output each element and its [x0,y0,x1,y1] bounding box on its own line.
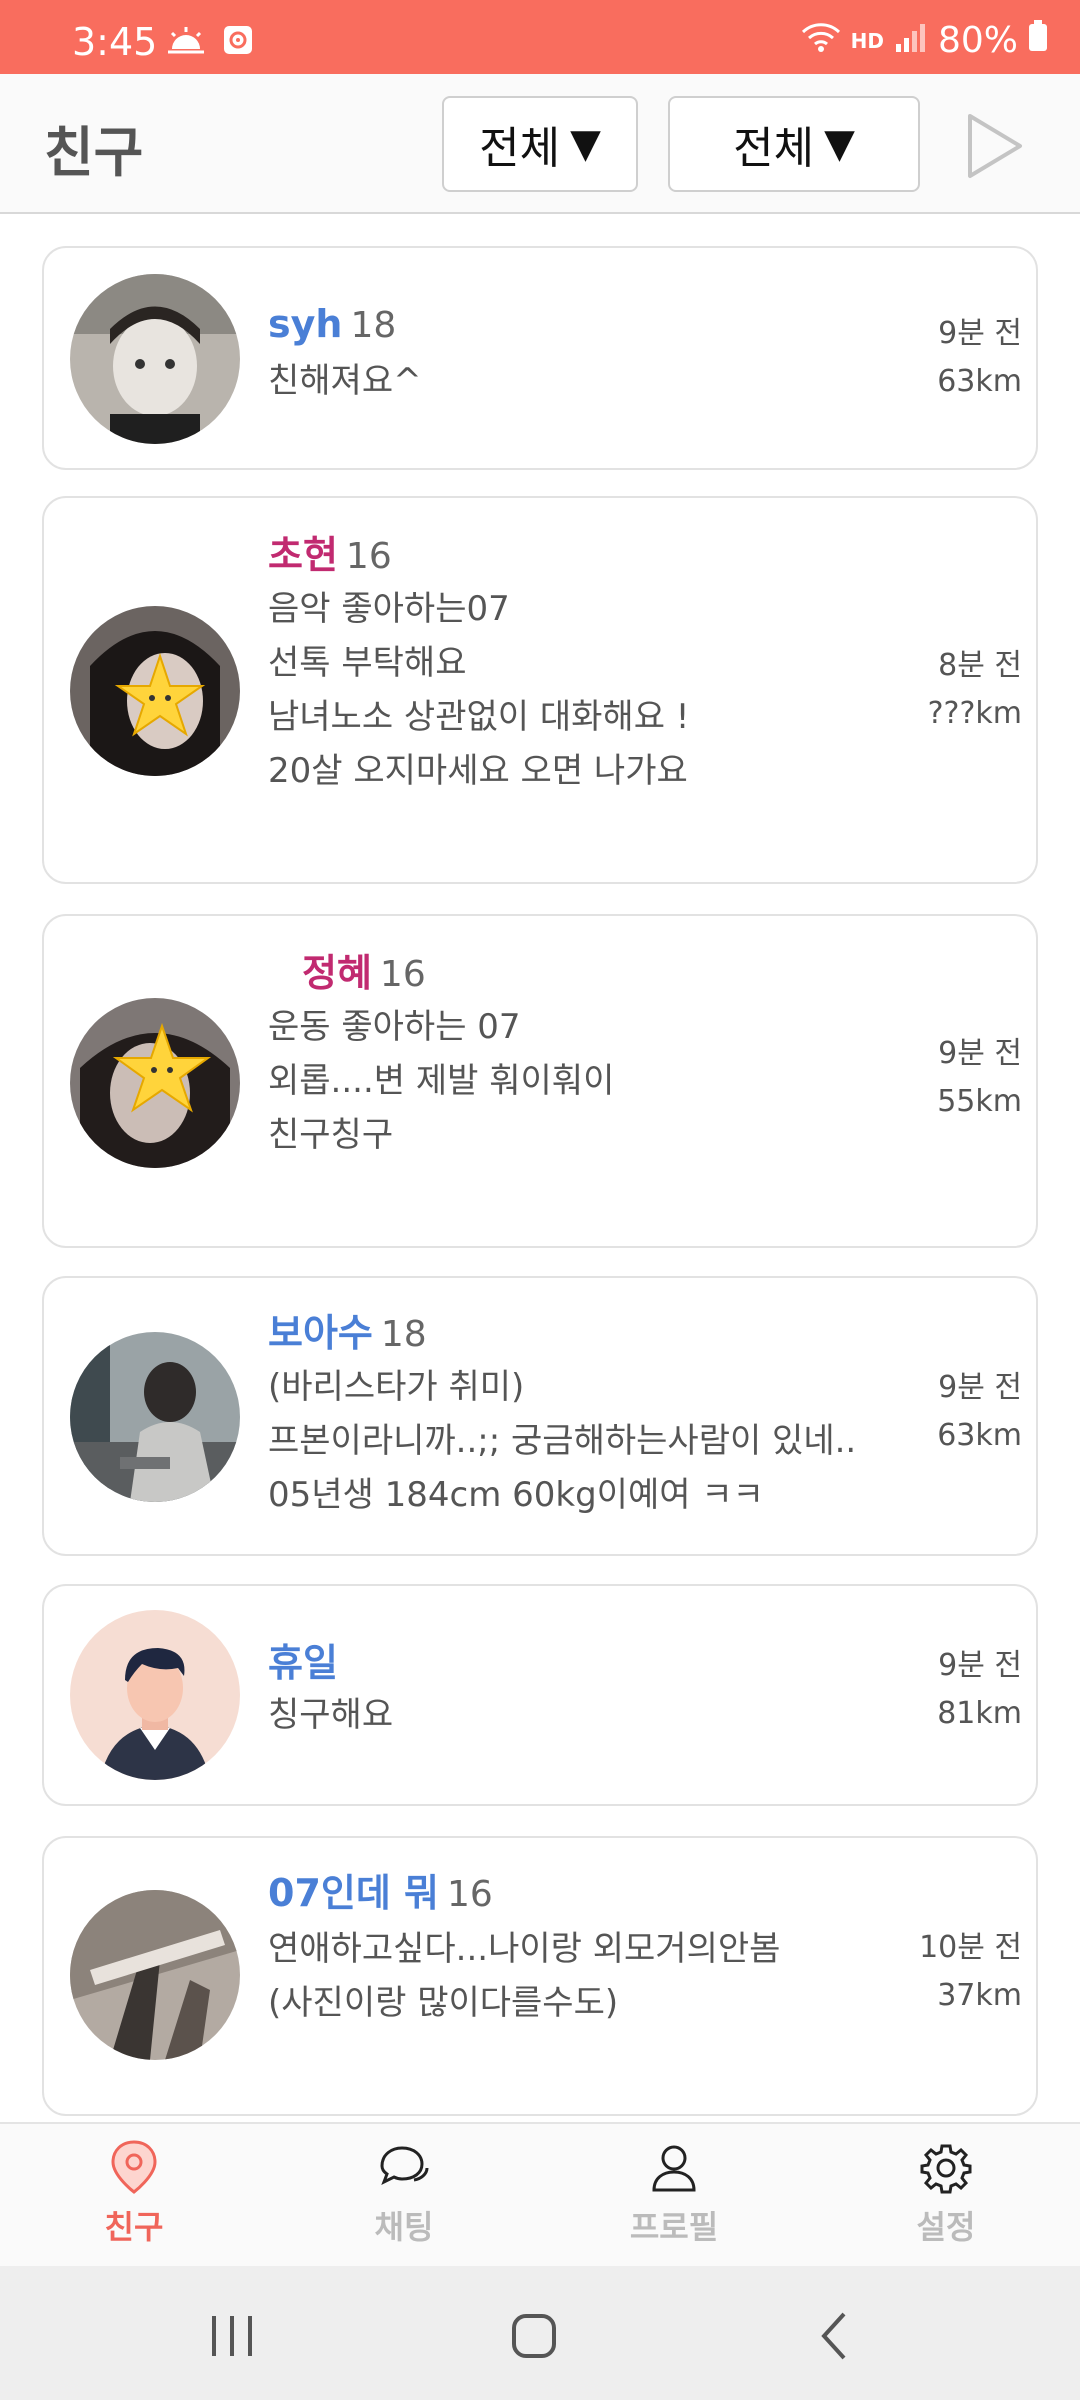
person-icon [652,2145,696,2192]
avatar[interactable] [70,1610,240,1780]
chat-bubbles-icon [380,2146,429,2186]
page-title: 친구 [44,121,144,184]
gender-filter-dropdown[interactable]: 전체 ▼ [442,96,638,192]
friend-card[interactable]: 휴일 칭구해요 9분 전 81km [42,1584,1038,1806]
back-icon [821,2312,846,2360]
dropdown-arrow-icon: ▼ [824,121,855,167]
friend-age: 16 [447,1874,493,1915]
dropdown-arrow-icon: ▼ [570,121,601,167]
last-active-time: 9분 전 [938,316,1022,351]
gear-icon [920,2144,972,2194]
friend-age: 18 [380,1314,427,1355]
nav-label: 채팅 [374,2208,434,2246]
recent-apps-icon [212,2316,252,2356]
signal-icon [894,20,928,61]
distance: 63km [937,1418,1022,1453]
distance: 81km [937,1696,1022,1731]
age-filter-value: 전체 [733,123,815,174]
home-icon [512,2314,556,2358]
friend-message: 칭구해요 [268,1695,394,1735]
last-active-time: 9분 전 [938,1370,1022,1405]
home-button[interactable] [494,2296,574,2376]
avatar[interactable] [70,998,240,1168]
friend-name: syh [268,302,343,346]
last-active-time: 9분 전 [938,1036,1022,1071]
play-icon [968,114,1022,178]
last-active-time: 8분 전 [938,648,1022,683]
avatar[interactable] [70,274,240,444]
distance: 37km [937,1978,1022,2013]
nav-label: 프로필 [629,2208,719,2246]
friend-message: (바리스타가 취미) 프본이라니까..;; 궁금해하는사람이 있네.. 05년생… [268,1367,857,1515]
friend-card[interactable]: syh 18 친해져요^ 9분 전 63km [42,246,1038,470]
distance: ???km [927,696,1022,731]
friend-card[interactable]: 초현 16 음악 좋아하는07 선톡 부탁해요 남녀노소 상관없이 대화해요 !… [42,496,1038,884]
back-button[interactable] [796,2296,876,2376]
friend-name: 휴일 [268,1641,338,1685]
age-filter-dropdown[interactable]: 전체 ▼ [668,96,920,192]
status-time: 3:45 [72,20,158,64]
friend-name: 정혜 [302,951,372,995]
friend-list[interactable]: syh 18 친해져요^ 9분 전 63km 초현 16 음악 좋아하는07 선… [0,214,1080,2122]
friend-card[interactable]: 보아수 18 (바리스타가 취미) 프본이라니까..;; 궁금해하는사람이 있네… [42,1276,1038,1556]
friend-message: 연애하고싶다...나이랑 외모거의안봄 (사진이랑 많이다를수도) [268,1929,781,2023]
nav-tab-settings[interactable]: 설정 [846,2138,1046,2258]
friend-name: 보아수 [268,1311,373,1355]
friend-age: 18 [350,305,397,346]
play-button[interactable] [960,108,1030,184]
friend-message: 음악 좋아하는07 선톡 부탁해요 남녀노소 상관없이 대화해요 ! 20살 오… [268,589,690,791]
last-active-time: 9분 전 [938,1648,1022,1683]
top-bar: 친구 전체 ▼ 전체 ▼ [0,74,1080,214]
gender-filter-value: 전체 [479,123,561,174]
nav-tab-chat[interactable]: 채팅 [304,2138,504,2258]
nav-label: 설정 [916,2208,976,2246]
friend-name: 07인데 뭐 [268,1871,439,1915]
avatar[interactable] [70,1890,240,2060]
app-notification-icon [222,24,254,60]
recent-apps-button[interactable] [192,2296,272,2376]
avatar[interactable] [70,1332,240,1502]
distance: 55km [937,1084,1022,1119]
hd-voice-icon: HD [850,28,884,53]
friend-message: 운동 좋아하는 07 외롭....변 제발 훠이훠이 친구칭구 [268,1007,615,1155]
nav-tab-friends[interactable]: 친구 [34,2138,234,2258]
friend-card[interactable]: 정혜 16 운동 좋아하는 07 외롭....변 제발 훠이훠이 친구칭구 9분… [42,914,1038,1248]
system-nav-bar [0,2266,1080,2400]
nav-tab-profile[interactable]: 프로필 [574,2138,774,2258]
wifi-icon [801,20,841,61]
last-active-time: 10분 전 [919,1930,1022,1965]
nav-label: 친구 [104,2208,164,2246]
bottom-nav: 친구 채팅 프로필 설정 [0,2122,1080,2266]
friend-age: 16 [345,536,392,577]
battery-percent: 80% [937,20,1018,61]
status-bar: 3:45 HD 80% [0,0,1080,74]
friend-message: 친해져요^ [268,361,422,401]
friend-card[interactable]: 07인데 뭐 16 연애하고싶다...나이랑 외모거의안봄 (사진이랑 많이다를… [42,1836,1038,2116]
battery-icon [1028,20,1048,61]
distance: 63km [937,364,1022,399]
friend-name: 초현 [268,533,338,577]
weather-icon [166,25,206,59]
default-male-avatar-icon [70,1610,240,1780]
avatar[interactable] [70,606,240,776]
friend-age: 16 [379,954,426,995]
location-pin-icon [111,2140,157,2194]
